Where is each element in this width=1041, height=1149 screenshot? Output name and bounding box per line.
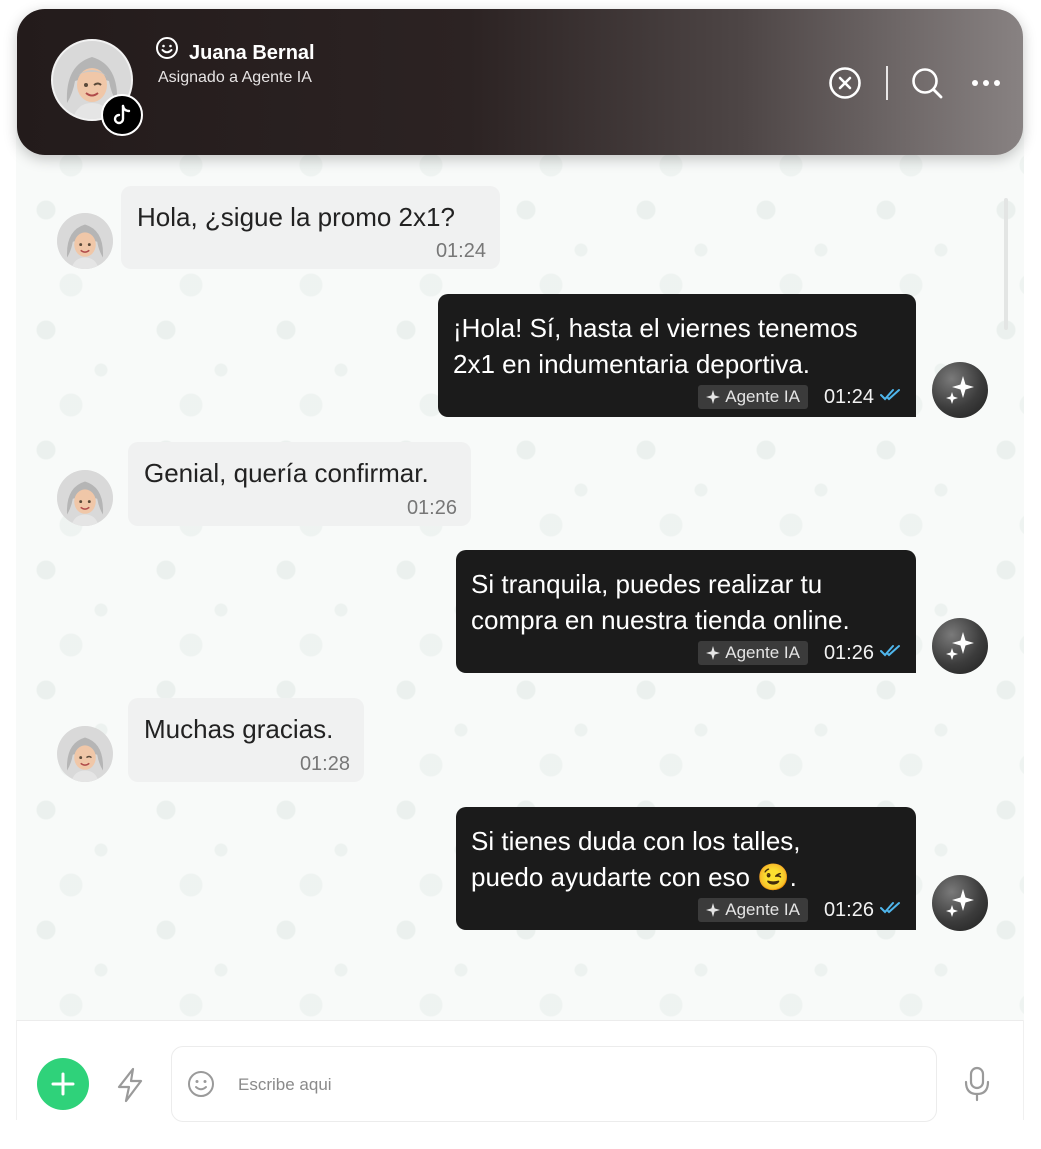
sparkle-icon [706, 390, 721, 404]
add-attachment-button[interactable] [37, 1058, 89, 1110]
message-text-line: puedo ayudarte con eso 😉. [471, 862, 797, 892]
message-text-line: ¡Hola! Sí, hasta el viernes tenemos [453, 313, 858, 343]
message-time: 01:26 [823, 898, 874, 921]
message-text: Muchas gracias. [144, 714, 334, 744]
sparkle-icon [946, 376, 974, 404]
tiktok-icon [101, 94, 143, 136]
message-time: 01:24 [435, 240, 486, 262]
ai-agent-avatar [932, 875, 988, 931]
lightning-icon[interactable] [114, 1067, 146, 1107]
incoming-message-bubble: Hola, ¿sigue la promo 2x1? 01:24 [121, 186, 500, 269]
contact-avatar-small [57, 470, 113, 526]
contact-name: Juana Bernal [189, 42, 315, 64]
contact-avatar-small [57, 726, 113, 782]
ai-agent-avatar [932, 362, 988, 418]
message-input[interactable] [236, 1067, 840, 1103]
incoming-message-bubble: Genial, quería confirmar. 01:26 [128, 442, 471, 526]
sparkle-icon [706, 646, 721, 660]
assigned-label: Asignado a Agente IA [158, 69, 312, 86]
message-text-line: compra en nuestra tienda online. [471, 605, 850, 635]
agent-tag: Agente IA [698, 898, 808, 922]
message-text: Hola, ¿sigue la promo 2x1? [137, 202, 455, 232]
read-check-icon [880, 388, 902, 407]
composer-divider [16, 1020, 1024, 1021]
message-time: 01:26 [823, 641, 874, 664]
agent-tag: Agente IA [698, 385, 808, 409]
more-icon[interactable] [971, 75, 1001, 95]
agent-tag-label: Agente IA [725, 387, 800, 406]
incoming-message-bubble: Muchas gracias. 01:28 [128, 698, 364, 782]
ai-agent-avatar [932, 618, 988, 674]
message-input-container [171, 1046, 937, 1122]
scrollbar-thumb[interactable] [1004, 198, 1008, 330]
message-text-line: Si tienes duda con los talles, [471, 826, 801, 856]
sparkle-icon [706, 903, 721, 917]
message-time: 01:24 [823, 385, 874, 408]
agent-tag-label: Agente IA [725, 643, 800, 662]
read-check-icon [880, 644, 902, 663]
agent-tag: Agente IA [698, 641, 808, 665]
agent-tag-label: Agente IA [725, 900, 800, 919]
header-divider [886, 66, 888, 100]
read-check-icon [880, 901, 902, 920]
search-icon[interactable] [910, 66, 944, 104]
close-circle-icon[interactable] [828, 66, 862, 104]
message-text-line: Si tranquila, puedes realizar tu [471, 569, 823, 599]
microphone-icon[interactable] [962, 1066, 992, 1106]
sparkle-icon [946, 632, 974, 660]
smile-icon [155, 36, 179, 64]
outgoing-message-bubble: Si tranquila, puedes realizar tu compra … [456, 550, 916, 673]
message-time: 01:26 [406, 497, 457, 519]
emoji-icon[interactable] [187, 1070, 215, 1102]
message-text-line: 2x1 en indumentaria deportiva. [453, 349, 811, 379]
message-time: 01:28 [299, 753, 350, 775]
sparkle-icon [946, 889, 974, 917]
chat-header: Juana Bernal Asignado a Agente IA [17, 9, 1023, 155]
plus-icon [51, 1072, 75, 1096]
outgoing-message-bubble: ¡Hola! Sí, hasta el viernes tenemos 2x1 … [438, 294, 916, 417]
message-text: Genial, quería confirmar. [144, 458, 429, 488]
outgoing-message-bubble: Si tienes duda con los talles, puedo ayu… [456, 807, 916, 930]
contact-avatar-small [57, 213, 113, 269]
